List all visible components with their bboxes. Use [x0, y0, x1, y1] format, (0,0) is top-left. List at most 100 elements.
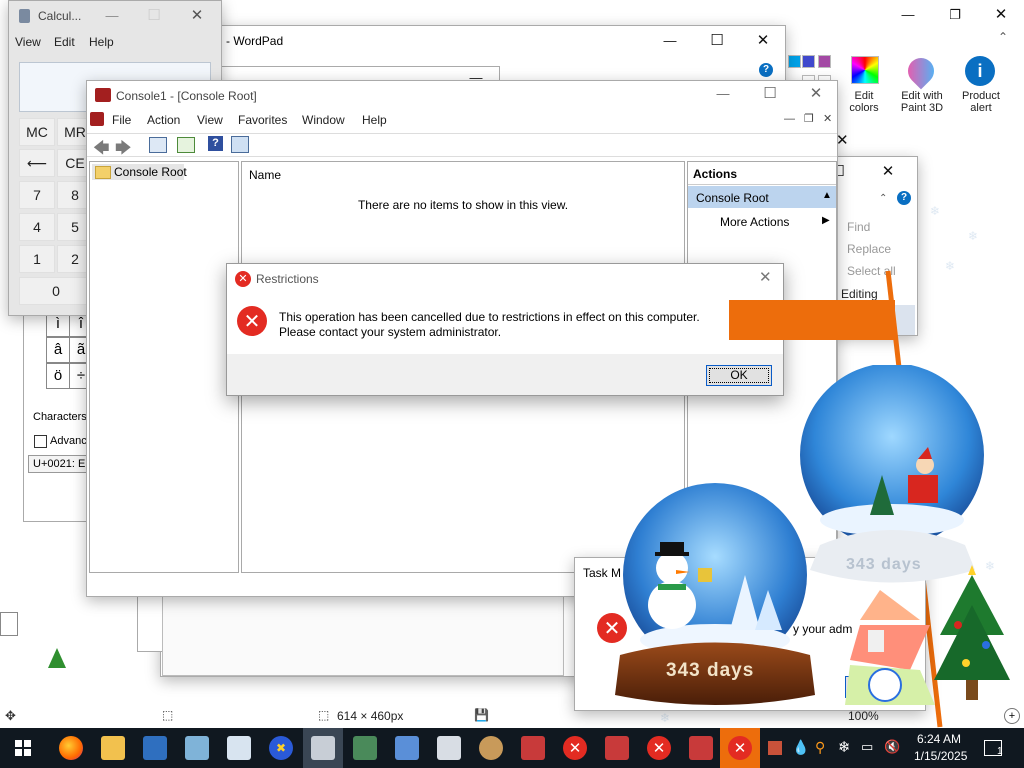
chevron-up-icon[interactable]: ⌃ — [879, 193, 887, 204]
edit-with-paint3d-label[interactable]: Edit with Paint 3D — [893, 90, 951, 114]
forward-arrow-icon[interactable]: 🡆 — [115, 137, 132, 164]
replace-item[interactable]: Replace — [847, 242, 891, 256]
menu-favorites[interactable]: Favorites — [238, 113, 287, 127]
more-actions-item[interactable]: More Actions — [720, 215, 789, 229]
menu-action[interactable]: Action — [147, 113, 180, 127]
tray-app-icon[interactable] — [768, 741, 782, 755]
help-icon[interactable]: ? — [759, 63, 773, 77]
maximize-button[interactable]: ☐ — [747, 79, 793, 109]
app-window-icon[interactable] — [143, 736, 167, 760]
app-x-icon[interactable]: ✖ — [269, 736, 293, 760]
snowflake-icon[interactable]: ❄ — [838, 738, 851, 756]
tree-item-label: Console Root — [114, 165, 187, 179]
search-icon[interactable]: ⚲ — [815, 739, 825, 756]
app-icon[interactable] — [353, 736, 377, 760]
title-bar[interactable]: - WordPad — ☐ ✕ — [161, 26, 785, 56]
maximize-button[interactable]: ☐ — [694, 26, 740, 56]
minimize-button[interactable]: — — [647, 26, 693, 56]
digit-0-button[interactable]: 0 — [19, 277, 93, 305]
close-button[interactable]: ✕ — [759, 268, 772, 286]
start-windows-icon[interactable] — [15, 740, 31, 756]
show-hide-action-pane-icon[interactable] — [231, 136, 249, 153]
memory-clear-button[interactable]: MC — [19, 118, 55, 146]
app-icon[interactable] — [395, 736, 419, 760]
advanced-checkbox[interactable] — [34, 435, 47, 448]
export-list-icon[interactable] — [177, 137, 195, 153]
collapse-triangle-icon[interactable]: ▲ — [822, 190, 832, 201]
close-button[interactable]: ✕ — [174, 1, 220, 31]
find-item[interactable]: Find — [847, 220, 870, 234]
product-alert-label[interactable]: Product alert — [958, 90, 1004, 114]
menu-file[interactable]: File — [112, 113, 131, 127]
window-title: Console1 - [Console Root] — [116, 89, 257, 103]
close-button[interactable]: ✕ — [793, 79, 839, 109]
info-icon[interactable]: i — [965, 56, 995, 86]
document-icon — [0, 612, 18, 636]
minimize-button[interactable]: — — [700, 79, 746, 109]
app-icon[interactable] — [185, 736, 209, 760]
paint3d-icon[interactable] — [902, 52, 940, 90]
app-icon[interactable] — [437, 736, 461, 760]
window-title: Calcul... — [38, 9, 82, 23]
volume-icon[interactable]: 🔇 — [884, 739, 900, 755]
firefox-icon[interactable] — [59, 736, 83, 760]
palette-icon[interactable] — [851, 56, 879, 84]
menu-help[interactable]: Help — [89, 35, 114, 49]
notepad-icon[interactable] — [227, 736, 251, 760]
window-edge — [162, 595, 564, 676]
network-icon[interactable]: ▭ — [861, 739, 873, 755]
digit-4-button[interactable]: 4 — [19, 213, 55, 241]
char-cell[interactable]: ö — [46, 363, 70, 389]
orange-overlay — [729, 300, 895, 340]
menu-window[interactable]: Window — [302, 113, 345, 127]
file-explorer-icon[interactable] — [101, 736, 125, 760]
help-icon[interactable]: ? — [208, 136, 223, 151]
error-icon: ✕ — [235, 271, 251, 287]
snowglobe-app-icon[interactable] — [311, 736, 335, 760]
color-swatch[interactable] — [788, 55, 801, 68]
edit-colors-label[interactable]: Edit colors — [842, 90, 886, 114]
notification-count: 1 — [997, 746, 1003, 757]
close-button[interactable]: ✕ — [873, 157, 903, 187]
droplet-icon[interactable]: 💧 — [792, 739, 809, 756]
close-button[interactable]: ✕ — [740, 26, 786, 56]
error-app-icon[interactable]: ✕ — [563, 736, 587, 760]
mmc-menu-icon[interactable] — [90, 112, 104, 126]
characters-label: Characters — [33, 411, 87, 423]
maximize-button[interactable]: ❐ — [932, 0, 978, 30]
title-bar[interactable]: Calcul... — ☐ ✕ — [9, 1, 221, 31]
ok-button[interactable]: OK — [706, 365, 772, 386]
child-minimize-button[interactable]: — — [784, 113, 795, 125]
error-app-icon[interactable]: ✕ — [728, 736, 752, 760]
child-close-button[interactable]: ✕ — [823, 112, 832, 125]
paint-palette-icon[interactable] — [479, 736, 503, 760]
chevron-up-icon[interactable]: ⌃ — [998, 30, 1008, 44]
app-icon[interactable] — [689, 736, 713, 760]
menu-view[interactable]: View — [15, 35, 41, 49]
minimize-button[interactable]: — — [885, 0, 931, 30]
color-swatch[interactable] — [802, 55, 815, 68]
clock-time[interactable]: 6:24 AM — [917, 732, 961, 746]
column-header-name[interactable]: Name — [249, 168, 281, 182]
clock-date[interactable]: 1/15/2025 — [914, 749, 967, 763]
close-button[interactable]: ✕ — [978, 0, 1024, 30]
help-icon[interactable]: ? — [897, 191, 911, 205]
menu-help[interactable]: Help — [362, 113, 387, 127]
error-app-icon[interactable]: ✕ — [647, 736, 671, 760]
maximize-button[interactable]: ☐ — [131, 1, 177, 31]
minimize-button[interactable]: — — [89, 1, 135, 31]
app-icon[interactable] — [605, 736, 629, 760]
char-cell[interactable]: â — [46, 337, 70, 363]
digit-1-button[interactable]: 1 — [19, 245, 55, 273]
menu-view[interactable]: View — [197, 113, 223, 127]
show-hide-tree-icon[interactable] — [149, 137, 167, 153]
title-bar[interactable]: Console1 - [Console Root] — ☐ ✕ — [87, 81, 837, 111]
window-title: - WordPad — [226, 34, 284, 48]
back-arrow-icon[interactable]: 🡄 — [93, 137, 110, 164]
app-icon[interactable] — [521, 736, 545, 760]
menu-edit[interactable]: Edit — [54, 35, 75, 49]
color-swatch[interactable] — [818, 55, 831, 68]
backspace-button[interactable]: ⟵ — [19, 149, 55, 177]
digit-7-button[interactable]: 7 — [19, 181, 55, 209]
child-restore-button[interactable]: ❐ — [804, 112, 814, 125]
